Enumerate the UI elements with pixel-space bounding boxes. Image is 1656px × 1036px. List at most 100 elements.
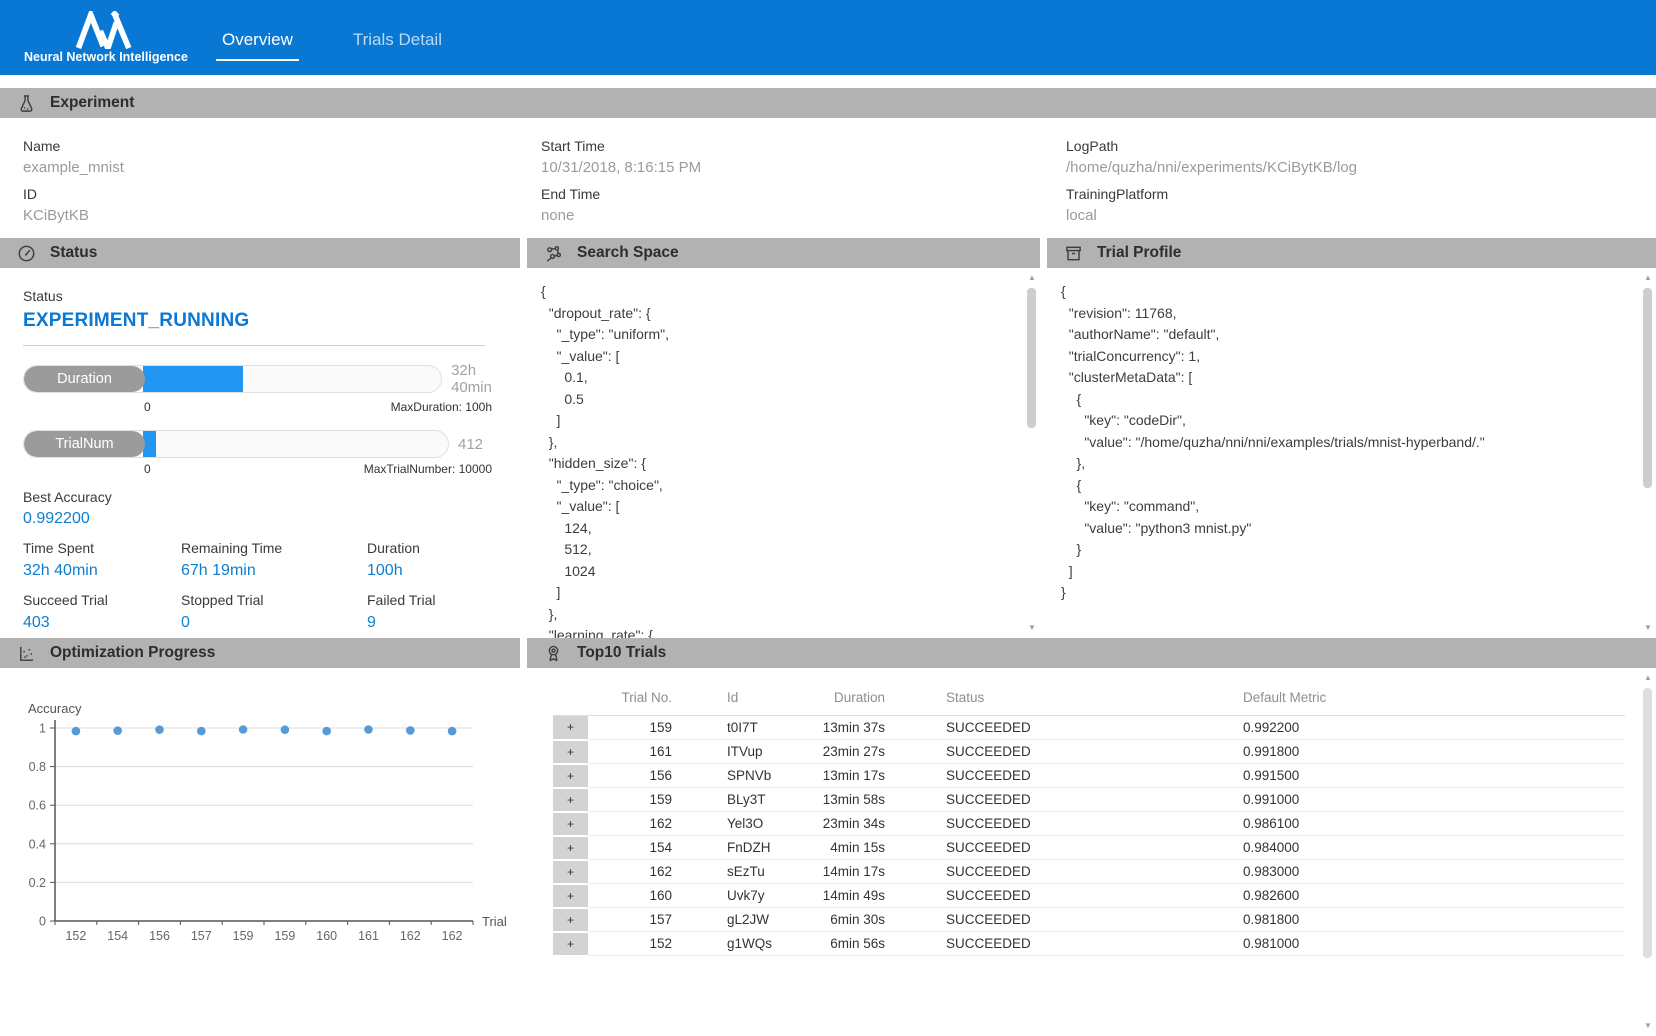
scatter-point[interactable] [448, 727, 457, 736]
column-header: Duration [803, 686, 933, 716]
expand-row-button[interactable]: + [553, 740, 588, 764]
cell-duration: 13min 37s [803, 716, 933, 740]
progressbar-track: TrialNum [23, 430, 449, 458]
table-row: +162sEzTu14min 17sSUCCEEDED0.983000 [553, 860, 1625, 884]
top10-table: Trial No.IdDurationStatusDefault Metric … [553, 686, 1625, 957]
optimization-progress-panel: Optimization Progress 00.20.40.60.811521… [0, 638, 520, 1036]
logo-title: Neural Network Intelligence [24, 50, 188, 64]
trial-stats: Time Spent32h 40minRemaining Time67h 19m… [23, 540, 520, 632]
expand-row-button[interactable]: + [553, 836, 588, 860]
optimization-section-header: Optimization Progress [0, 638, 520, 668]
archive-box-icon [1064, 243, 1084, 263]
cell-duration: 14min 49s [803, 884, 933, 908]
cell-status: SUCCEEDED [933, 788, 1143, 812]
trial-profile-section-header: Trial Profile [1047, 238, 1656, 268]
cell-duration: 14min 17s [803, 860, 933, 884]
scroll-thumb[interactable] [1643, 688, 1652, 958]
field-value: /home/quzha/nni/experiments/KCiBytKB/log [1066, 159, 1656, 176]
cell-default-metric: 0.983000 [1143, 860, 1625, 884]
experiment-column: Start Time10/31/2018, 8:16:15 PMEnd Time… [541, 128, 1066, 224]
scatter-point[interactable] [197, 727, 206, 736]
expand-row-button[interactable]: + [553, 812, 588, 836]
scatter-point[interactable] [72, 727, 81, 736]
x-tick-label: 159 [274, 929, 295, 943]
cell-status: SUCCEEDED [933, 716, 1143, 740]
column-header: Default Metric [1143, 686, 1625, 716]
trial-profile-panel: Trial Profile { "revision": 11768, "auth… [1047, 238, 1656, 638]
expand-row-button[interactable]: + [553, 884, 588, 908]
scroll-up-arrow[interactable]: ▲ [1641, 272, 1655, 284]
cell-trial-no: 156 [588, 764, 688, 788]
status-label: Status [23, 268, 520, 304]
y-tick-label: 0.4 [29, 837, 46, 851]
scroll-down-arrow[interactable]: ▼ [1641, 1020, 1655, 1032]
y-tick-label: 0.8 [29, 760, 46, 774]
section-title: Top10 Trials [577, 644, 666, 662]
cell-status: SUCCEEDED [933, 860, 1143, 884]
tab-trials-detail[interactable]: Trials Detail [347, 14, 448, 61]
cell-default-metric: 0.991500 [1143, 764, 1625, 788]
y-tick-label: 0.2 [29, 876, 46, 890]
expand-row-button[interactable]: + [553, 788, 588, 812]
range-max-label: MaxTrialNumber: 10000 [364, 462, 492, 476]
x-tick-label: 162 [442, 929, 463, 943]
cell-default-metric: 0.992200 [1143, 716, 1625, 740]
cell-trial-no: 157 [588, 908, 688, 932]
cell-duration: 6min 56s [803, 932, 933, 956]
stat-value: 9 [367, 614, 520, 632]
cell-default-metric: 0.981800 [1143, 908, 1625, 932]
section-title: Status [50, 244, 97, 262]
scroll-down-arrow[interactable]: ▼ [1025, 622, 1039, 634]
scroll-up-arrow[interactable]: ▲ [1025, 272, 1039, 284]
expand-row-button[interactable]: + [553, 860, 588, 884]
table-row: +159t0I7T13min 37sSUCCEEDED0.992200 [553, 716, 1625, 740]
expand-row-button[interactable]: + [553, 932, 588, 956]
cell-id: BLy3T [688, 788, 803, 812]
flask-icon [17, 93, 37, 113]
cell-id: t0I7T [688, 716, 803, 740]
cell-trial-no: 152 [588, 932, 688, 956]
scatter-point[interactable] [239, 725, 248, 734]
stat-stopped-trial: Stopped Trial0 [181, 592, 367, 632]
scatter-point[interactable] [281, 725, 290, 734]
scroll-thumb[interactable] [1643, 288, 1652, 488]
stat-value: 100h [367, 562, 520, 580]
stat-label: Time Spent [23, 540, 181, 556]
duration-progressbar: Duration32h 40min [23, 362, 520, 396]
gauge-icon [17, 243, 37, 263]
section-title: Search Space [577, 244, 679, 262]
trial-profile-scrollbar: ▲ ▼ [1641, 272, 1655, 634]
column-header: Id [688, 686, 803, 716]
cell-trial-no: 162 [588, 860, 688, 884]
expand-row-button[interactable]: + [553, 764, 588, 788]
y-tick-label: 1 [39, 722, 46, 736]
cell-duration: 6min 30s [803, 908, 933, 932]
cell-duration: 23min 34s [803, 812, 933, 836]
scatter-point[interactable] [322, 727, 331, 736]
experiment-column: Nameexample_mnistIDKCiBytKB [23, 128, 541, 224]
expand-row-button[interactable]: + [553, 908, 588, 932]
progressbar-label: Duration [24, 366, 145, 392]
stat-succeed-trial: Succeed Trial403 [23, 592, 181, 632]
tab-overview[interactable]: Overview [216, 14, 299, 61]
column-header: Trial No. [588, 686, 688, 716]
search-space-json: { "dropout_rate": { "_type": "uniform", … [541, 281, 1040, 638]
best-accuracy-label: Best Accuracy [23, 489, 520, 505]
cell-id: SPNVb [688, 764, 803, 788]
scatter-point[interactable] [406, 726, 415, 735]
progressbar-label: TrialNum [24, 431, 145, 457]
expand-row-button[interactable]: + [553, 716, 588, 740]
scatter-point[interactable] [364, 725, 373, 734]
table-row: +157gL2JW6min 30sSUCCEEDED0.981800 [553, 908, 1625, 932]
table-row: +161ITVup23min 27sSUCCEEDED0.991800 [553, 740, 1625, 764]
stat-label: Remaining Time [181, 540, 367, 556]
table-row: +152g1WQs6min 56sSUCCEEDED0.981000 [553, 932, 1625, 956]
progress-bars: Duration32h 40min0MaxDuration: 100hTrial… [23, 362, 520, 476]
scatter-point[interactable] [155, 725, 164, 734]
scroll-down-arrow[interactable]: ▼ [1641, 622, 1655, 634]
scatter-point[interactable] [113, 726, 122, 735]
scroll-up-arrow[interactable]: ▲ [1641, 672, 1655, 684]
scroll-thumb[interactable] [1027, 288, 1036, 428]
top10-scrollbar: ▲ ▼ [1641, 672, 1655, 1032]
cell-status: SUCCEEDED [933, 908, 1143, 932]
